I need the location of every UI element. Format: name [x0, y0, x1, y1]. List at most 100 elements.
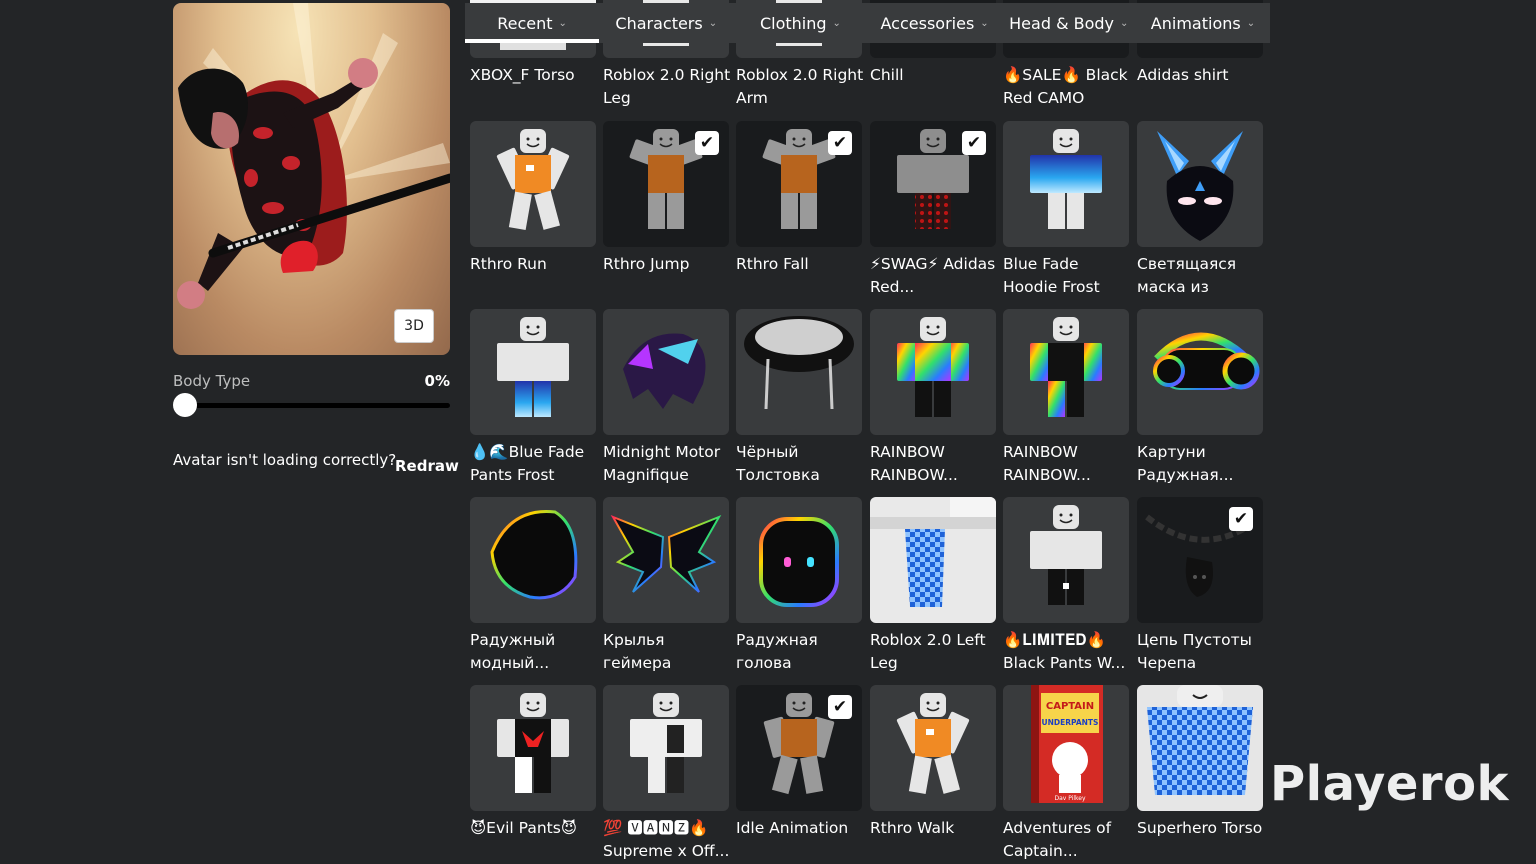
item-name[interactable]: Superhero Torso: [1137, 817, 1265, 863]
item-name[interactable]: Rthro Fall: [736, 253, 864, 299]
item-name[interactable]: 🔥SALE🔥 Black Red CAMO: [1003, 64, 1131, 110]
item-name[interactable]: ⚡SWAG⚡ Adidas Red...: [870, 253, 998, 299]
item-name[interactable]: Радужный модный...: [470, 629, 598, 675]
item-thumbnail[interactable]: [870, 685, 996, 811]
item-name[interactable]: Светящаяся маска из синих...: [1137, 253, 1265, 299]
item-thumbnail[interactable]: ✔: [1137, 497, 1263, 623]
item-card[interactable]: ✔ Цепь Пустоты Черепа: [1137, 497, 1263, 675]
checkmark-icon[interactable]: ✔: [695, 131, 719, 155]
item-name[interactable]: Idle Animation: [736, 817, 864, 863]
item-thumbnail[interactable]: [1137, 309, 1263, 435]
item-thumbnail[interactable]: [470, 685, 596, 811]
item-name[interactable]: 💯 🆅🅰🅽🆉🔥 Supreme x Off...: [603, 817, 731, 863]
tab-accessories[interactable]: Accessories ⌄: [868, 3, 1002, 43]
book-author: Dav Pilkey: [1054, 795, 1086, 802]
item-thumbnail[interactable]: [1137, 121, 1263, 247]
tab-label: Characters: [615, 13, 703, 33]
item-name[interactable]: Adventures of Captain...: [1003, 817, 1131, 863]
item-thumbnail[interactable]: ✔: [736, 685, 862, 811]
item-name[interactable]: Blue Fade Hoodie Frost: [1003, 253, 1131, 299]
item-card[interactable]: 😈Evil Pants😈: [470, 685, 596, 863]
item-thumbnail[interactable]: [470, 497, 596, 623]
item-card[interactable]: RAINBOW RAINBOW...: [1003, 309, 1129, 487]
item-name[interactable]: XBOX_F Torso: [470, 64, 598, 110]
item-name[interactable]: Цепь Пустоты Черепа: [1137, 629, 1265, 675]
checkmark-icon[interactable]: ✔: [1229, 507, 1253, 531]
item-thumbnail[interactable]: [603, 497, 729, 623]
item-thumbnail[interactable]: [1003, 309, 1129, 435]
item-card[interactable]: Roblox 2.0 Left Leg: [870, 497, 996, 675]
item-card[interactable]: 💧🌊Blue Fade Pants Frost y2k...: [470, 309, 596, 487]
item-name[interactable]: Чёрный Толстовка: [736, 441, 864, 487]
tab-label: Animations: [1150, 13, 1241, 33]
item-card[interactable]: ✔ ⚡SWAG⚡ Adidas Red...: [870, 121, 996, 299]
item-thumbnail[interactable]: [1137, 685, 1263, 811]
item-thumbnail[interactable]: [1003, 497, 1129, 623]
item-thumbnail[interactable]: [736, 309, 862, 435]
item-name[interactable]: Roblox 2.0 Right Arm: [736, 64, 864, 110]
item-card[interactable]: Blue Fade Hoodie Frost: [1003, 121, 1129, 299]
body-type-slider[interactable]: [173, 393, 450, 417]
item-card[interactable]: Светящаяся маска из синих...: [1137, 121, 1263, 299]
item-thumbnail[interactable]: [470, 121, 596, 247]
item-card[interactable]: Midnight Motor Magnifique: [603, 309, 729, 487]
tab-label: Clothing: [759, 13, 827, 33]
item-card[interactable]: Rthro Walk: [870, 685, 996, 863]
redraw-link[interactable]: Redraw: [395, 457, 459, 475]
checkmark-icon[interactable]: ✔: [828, 131, 852, 155]
item-card[interactable]: Радужный модный...: [470, 497, 596, 675]
item-card[interactable]: ✔ Rthro Fall: [736, 121, 862, 299]
item-card[interactable]: RAINBOW RAINBOW...: [870, 309, 996, 487]
item-thumbnail[interactable]: ✔: [603, 121, 729, 247]
item-name[interactable]: Chill: [870, 64, 998, 110]
item-card[interactable]: Крылья геймера: [603, 497, 729, 675]
item-name[interactable]: RAINBOW RAINBOW...: [1003, 441, 1131, 487]
item-name[interactable]: 😈Evil Pants😈: [470, 817, 598, 863]
tab-recent[interactable]: Recent ⌄: [465, 3, 600, 43]
item-name[interactable]: 💧🌊Blue Fade Pants Frost y2k...: [470, 441, 598, 487]
checkmark-icon[interactable]: ✔: [962, 131, 986, 155]
avatar-preview[interactable]: 3D: [173, 3, 450, 355]
item-thumbnail[interactable]: [870, 497, 996, 623]
item-name[interactable]: Rthro Jump: [603, 253, 731, 299]
item-thumbnail[interactable]: ✔: [870, 121, 996, 247]
item-thumbnail[interactable]: CAPTAIN UNDERPANTS Dav Pilkey: [1003, 685, 1129, 811]
item-card[interactable]: 💯 🆅🅰🅽🆉🔥 Supreme x Off...: [603, 685, 729, 863]
item-name[interactable]: RAINBOW RAINBOW...: [870, 441, 998, 487]
item-name[interactable]: Adidas shirt: [1137, 64, 1265, 110]
item-name[interactable]: Rthro Walk: [870, 817, 998, 863]
chevron-down-icon: ⌄: [708, 17, 718, 29]
view-3d-button[interactable]: 3D: [394, 309, 434, 343]
item-name[interactable]: Rthro Run: [470, 253, 598, 299]
item-name[interactable]: Roblox 2.0 Right Leg: [603, 64, 731, 110]
item-thumbnail[interactable]: [1003, 121, 1129, 247]
item-card[interactable]: 🔥𝐋𝐈𝐌𝐈𝐓𝐄𝐃🔥 Black Pants W...: [1003, 497, 1129, 675]
item-name[interactable]: Радужная голова: [736, 629, 864, 675]
item-thumbnail[interactable]: [470, 309, 596, 435]
tab-clothing[interactable]: Clothing ⌄: [733, 3, 867, 43]
item-card[interactable]: Картуни Радужная...: [1137, 309, 1263, 487]
item-name[interactable]: Roblox 2.0 Left Leg: [870, 629, 998, 675]
item-thumbnail[interactable]: [603, 685, 729, 811]
item-grid: XBOX_F Torso Roblox 2.0 Right Leg Roblox 2…: [470, 0, 1264, 864]
item-name[interactable]: Крылья геймера: [603, 629, 731, 675]
item-card[interactable]: Чёрный Толстовка: [736, 309, 862, 487]
checkmark-icon[interactable]: ✔: [828, 695, 852, 719]
item-card[interactable]: CAPTAIN UNDERPANTS Dav Pilkey Adventures of…: [1003, 685, 1129, 863]
item-name[interactable]: Midnight Motor Magnifique: [603, 441, 731, 487]
item-name[interactable]: 🔥𝐋𝐈𝐌𝐈𝐓𝐄𝐃🔥 Black Pants W...: [1003, 629, 1131, 675]
item-card[interactable]: Радужная голова: [736, 497, 862, 675]
item-thumbnail[interactable]: ✔: [736, 121, 862, 247]
item-thumbnail[interactable]: [870, 309, 996, 435]
item-name[interactable]: Картуни Радужная...: [1137, 441, 1265, 487]
item-thumbnail[interactable]: [603, 309, 729, 435]
item-thumbnail[interactable]: [736, 497, 862, 623]
item-card[interactable]: Rthro Run: [470, 121, 596, 299]
item-card[interactable]: ✔ Rthro Jump: [603, 121, 729, 299]
slider-thumb[interactable]: [173, 393, 197, 417]
item-card[interactable]: ✔ Idle Animation: [736, 685, 862, 863]
tab-head-body[interactable]: Head & Body ⌄: [1002, 3, 1136, 43]
tab-animations[interactable]: Animations ⌄: [1136, 3, 1270, 43]
item-card[interactable]: Superhero Torso: [1137, 685, 1263, 863]
tab-characters[interactable]: Characters ⌄: [599, 3, 733, 43]
